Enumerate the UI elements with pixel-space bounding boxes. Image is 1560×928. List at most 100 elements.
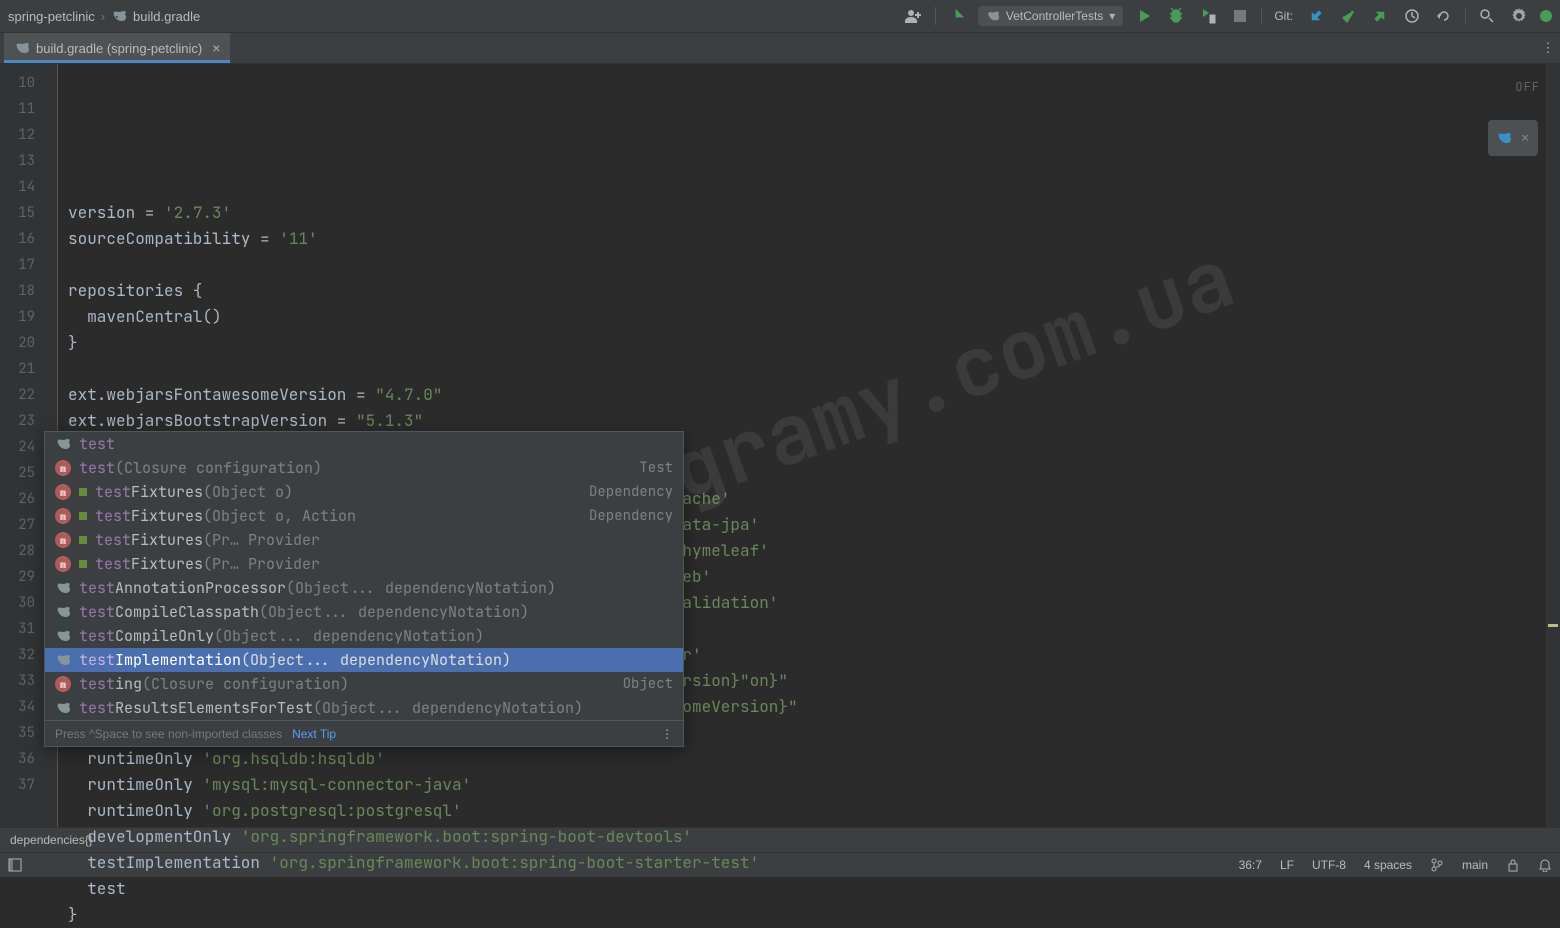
autocomplete-item[interactable]: testCompileOnly(Object... dependencyNota…	[45, 624, 683, 648]
code-line[interactable]	[58, 356, 1560, 382]
breadcrumb-root[interactable]: spring-petclinic	[8, 9, 95, 24]
chevron-right-icon: ›	[101, 9, 105, 24]
tab-more-icon[interactable]: ⋮	[1536, 33, 1560, 63]
autocomplete-item[interactable]: testResultsElementsForTest(Object... dep…	[45, 696, 683, 720]
autocomplete-item[interactable]: testAnnotationProcessor(Object... depend…	[45, 576, 683, 600]
nav-breadcrumb: spring-petclinic › build.gradle	[8, 8, 200, 24]
rollback-icon[interactable]	[1433, 5, 1455, 27]
chevron-down-icon: ▾	[1109, 9, 1115, 23]
settings-icon[interactable]	[1508, 5, 1530, 27]
tab-label: build.gradle (spring-petclinic)	[36, 41, 202, 56]
gradle-icon	[55, 604, 71, 620]
separator	[935, 7, 936, 25]
tab-build-gradle[interactable]: build.gradle (spring-petclinic) ×	[4, 33, 230, 63]
line-number[interactable]: 19	[0, 304, 57, 330]
autocomplete-item[interactable]: mtest(Closure configuration)Test	[45, 456, 683, 480]
error-stripe[interactable]	[1546, 64, 1560, 827]
next-tip-link[interactable]: Next Tip	[292, 727, 336, 741]
method-icon: m	[55, 676, 71, 692]
close-icon[interactable]: ×	[1520, 125, 1530, 151]
autocomplete-label: testing(Closure configuration)	[79, 674, 349, 694]
toolbar-right: VetControllerTests ▾ Git:	[903, 5, 1552, 27]
code-line[interactable]: sourceCompatibility = '11'	[58, 226, 1560, 252]
line-number[interactable]: 36	[0, 746, 57, 772]
line-number[interactable]: 11	[0, 96, 57, 122]
autocomplete-label: testFixtures(Object o, Action	[95, 506, 356, 526]
line-number[interactable]: 21	[0, 356, 57, 382]
autocomplete-item[interactable]: mtestFixtures(Object o)Dependency	[45, 480, 683, 504]
run-config-selector[interactable]: VetControllerTests ▾	[978, 6, 1123, 26]
code-line[interactable]: version = '2.7.3'	[58, 200, 1560, 226]
more-icon[interactable]: ⋮	[661, 727, 673, 741]
autocomplete-item[interactable]: testCompileClasspath(Object... dependenc…	[45, 600, 683, 624]
gradle-reload-icon[interactable]	[1496, 130, 1512, 146]
autocomplete-hint: Press ^Space to see non-imported classes…	[45, 720, 683, 746]
line-number[interactable]: 12	[0, 122, 57, 148]
search-icon[interactable]	[1476, 5, 1498, 27]
code-line[interactable]: mavenCentral()	[58, 304, 1560, 330]
method-icon: m	[55, 556, 71, 572]
line-number[interactable]: 15	[0, 200, 57, 226]
main-toolbar: spring-petclinic › build.gradle VetContr…	[0, 0, 1560, 33]
autocomplete-type: Object	[623, 675, 673, 693]
autocomplete-item[interactable]: test	[45, 432, 683, 456]
autocomplete-item[interactable]: mtestFixtures(Pr… Provider	[45, 552, 683, 576]
code-line[interactable]: }	[58, 902, 1560, 928]
line-number[interactable]: 13	[0, 148, 57, 174]
avatar-icon[interactable]	[1540, 10, 1552, 22]
breadcrumb-file[interactable]: build.gradle	[133, 9, 200, 24]
autocomplete-item[interactable]: m testing(Closure configuration) Object	[45, 672, 683, 696]
code-line[interactable]: ext.webjarsFontawesomeVersion = "4.7.0"	[58, 382, 1560, 408]
line-number[interactable]: 10	[0, 70, 57, 96]
warning-marker[interactable]	[1548, 624, 1558, 627]
line-number[interactable]: 37	[0, 772, 57, 798]
code-line[interactable]: runtimeOnly 'org.hsqldb:hsqldb'	[58, 746, 1560, 772]
git-push-icon[interactable]	[1369, 5, 1391, 27]
gradle-icon	[55, 628, 71, 644]
autocomplete-label: test	[79, 434, 115, 454]
code-line[interactable]: developmentOnly 'org.springframework.boo…	[58, 824, 1560, 850]
coverage-icon[interactable]	[1197, 5, 1219, 27]
autocomplete-label: testCompileOnly(Object... dependencyNota…	[79, 626, 484, 646]
line-number[interactable]: 17	[0, 252, 57, 278]
build-icon[interactable]	[946, 5, 968, 27]
line-number[interactable]: 14	[0, 174, 57, 200]
method-icon: m	[55, 484, 71, 500]
line-number[interactable]: 20	[0, 330, 57, 356]
debug-icon[interactable]	[1165, 5, 1187, 27]
autocomplete-item[interactable]: m testFixtures(Pr… Provider	[45, 528, 683, 552]
close-icon[interactable]: ×	[212, 40, 220, 56]
tool-windows-icon[interactable]	[8, 858, 22, 872]
line-number[interactable]: 22	[0, 382, 57, 408]
stop-icon[interactable]	[1229, 5, 1251, 27]
autocomplete-label: testAnnotationProcessor(Object... depend…	[79, 578, 556, 598]
code-line[interactable]: runtimeOnly 'org.postgresql:postgresql'	[58, 798, 1560, 824]
inspection-off-indicator[interactable]: OFF	[1515, 74, 1540, 100]
line-number[interactable]: 16	[0, 226, 57, 252]
separator	[1465, 7, 1466, 25]
history-icon[interactable]	[1401, 5, 1423, 27]
method-icon: m	[55, 532, 71, 548]
code-line[interactable]: }	[58, 330, 1560, 356]
git-label: Git:	[1274, 9, 1293, 23]
git-commit-icon[interactable]	[1337, 5, 1359, 27]
code-line[interactable]: runtimeOnly 'mysql:mysql-connector-java'	[58, 772, 1560, 798]
autocomplete-item[interactable]: testImplementation(Object... dependencyN…	[45, 648, 683, 672]
code-line[interactable]: repositories {	[58, 278, 1560, 304]
code-line[interactable]: test	[58, 876, 1560, 902]
code-line[interactable]	[58, 252, 1560, 278]
modifier-icon	[79, 536, 87, 544]
git-update-icon[interactable]	[1305, 5, 1327, 27]
run-icon[interactable]	[1133, 5, 1155, 27]
gradle-icon	[55, 652, 71, 668]
autocomplete-label: testFixtures(Pr… Provider	[95, 530, 320, 550]
autocomplete-label: testCompileClasspath(Object... dependenc…	[79, 602, 529, 622]
gradle-icon	[986, 9, 1000, 23]
code-line[interactable]: testImplementation 'org.springframework.…	[58, 850, 1560, 876]
line-number[interactable]: 18	[0, 278, 57, 304]
gradle-icon	[111, 8, 127, 24]
add-user-icon[interactable]	[903, 5, 925, 27]
autocomplete-type: Dependency	[589, 483, 673, 501]
run-config-name: VetControllerTests	[1006, 9, 1103, 23]
autocomplete-item[interactable]: mtestFixtures(Object o, ActionDependency	[45, 504, 683, 528]
